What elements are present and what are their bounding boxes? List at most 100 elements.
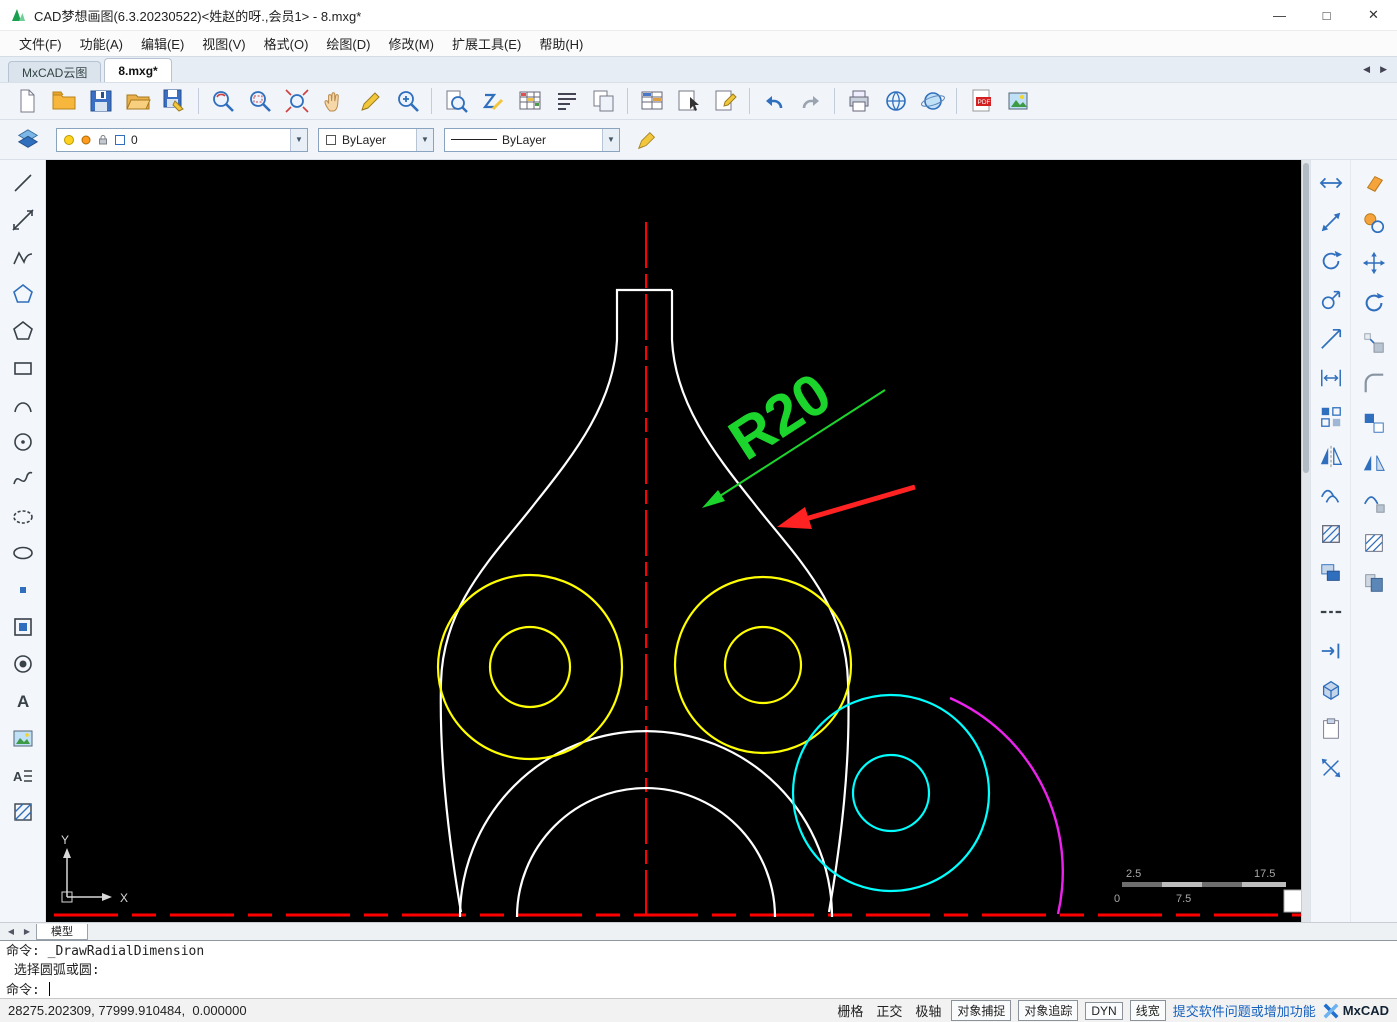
attribute-table-button[interactable] [633, 85, 670, 118]
revision-cloud-tool-button[interactable] [5, 499, 41, 533]
rotate-tool-button[interactable] [1313, 244, 1349, 278]
osnap-toggle[interactable]: 对象捕捉 [951, 1000, 1012, 1021]
explode-tool-button[interactable] [1313, 751, 1349, 785]
copy-tool-button[interactable] [1356, 206, 1392, 240]
block-insert-tool-button[interactable] [5, 610, 41, 644]
ellipse-tool-button[interactable] [5, 536, 41, 570]
pdf-export-button[interactable]: PDF [962, 85, 999, 118]
grid-toggle[interactable]: 栅格 [834, 1001, 866, 1020]
close-button[interactable]: ✕ [1350, 0, 1397, 30]
mirror-copy-tool-button[interactable] [1356, 446, 1392, 480]
arc-tool-button[interactable] [5, 388, 41, 422]
linetype-scale-tool-button[interactable] [1313, 595, 1349, 629]
menu-view[interactable]: 视图(V) [193, 31, 254, 56]
color-dropdown-arrow-icon[interactable]: ▼ [416, 128, 433, 151]
move-tool-button[interactable] [1356, 246, 1392, 280]
new-button[interactable] [8, 85, 45, 118]
table-button[interactable] [511, 85, 548, 118]
radial-dimension[interactable]: R20 [702, 360, 886, 508]
print-button[interactable] [840, 85, 877, 118]
save-as-button[interactable] [156, 85, 193, 118]
scale-copy-tool-button[interactable] [1356, 326, 1392, 360]
mtext-tool-button[interactable]: A [5, 758, 41, 792]
linetype-edit-button[interactable] [630, 123, 666, 157]
hatch-edit-tool-button[interactable] [1313, 517, 1349, 551]
copy-button[interactable] [585, 85, 622, 118]
layout-scroll-left-icon[interactable]: ◀ [4, 925, 18, 939]
color-select[interactable]: ByLayer ▼ [318, 127, 434, 152]
layout-scroll-right-icon[interactable]: ▶ [20, 925, 34, 939]
stretch-tool-button[interactable] [1313, 205, 1349, 239]
menu-express-tools[interactable]: 扩展工具(E) [443, 31, 530, 56]
redo-button[interactable] [792, 85, 829, 118]
zoom-in-button[interactable] [389, 85, 426, 118]
zoom-previous-button[interactable] [204, 85, 241, 118]
open-button[interactable] [45, 85, 82, 118]
scrollbar-thumb[interactable] [1303, 163, 1309, 473]
image-tool-button[interactable] [5, 721, 41, 755]
align-tool-button[interactable] [1313, 322, 1349, 356]
feedback-link[interactable]: 提交软件问题或增加功能 [1173, 1001, 1316, 1020]
yellow-circle-left-outer[interactable] [436, 573, 624, 761]
tab-drawing-8mxg[interactable]: 8.mxg* [104, 58, 172, 82]
undo-button[interactable] [755, 85, 792, 118]
layer-dropdown-arrow-icon[interactable]: ▼ [290, 128, 307, 151]
offset-tool-button[interactable] [1313, 478, 1349, 512]
construction-line-tool-button[interactable] [5, 203, 41, 237]
red-annotation-arrow[interactable] [777, 484, 916, 529]
dimension-tool-button[interactable] [1313, 361, 1349, 395]
yellow-circle-left-inner[interactable] [488, 625, 572, 709]
text-style-button[interactable] [548, 85, 585, 118]
layer-select[interactable]: 0 ▼ [56, 127, 308, 152]
linetype-dropdown-arrow-icon[interactable]: ▼ [602, 128, 619, 151]
lengthen-tool-button[interactable] [1313, 166, 1349, 200]
cyan-circle-inner[interactable] [851, 753, 931, 833]
model-tab[interactable]: 模型 [36, 923, 88, 940]
erase-tool-button[interactable] [1356, 166, 1392, 200]
command-input-line[interactable]: 命令: [6, 982, 1391, 999]
hatch-copy-tool-button[interactable] [1356, 526, 1392, 560]
rotate-copy-tool-button[interactable] [1356, 286, 1392, 320]
point-tool-button[interactable] [5, 573, 41, 607]
fillet-tool-button[interactable] [1356, 366, 1392, 400]
pan-button[interactable] [315, 85, 352, 118]
cyan-circle-outer[interactable] [791, 693, 991, 893]
box-3d-tool-button[interactable] [1313, 673, 1349, 707]
menu-function[interactable]: 功能(A) [71, 31, 132, 56]
paste-tool-button[interactable] [1313, 712, 1349, 746]
save-button[interactable] [82, 85, 119, 118]
lineweight-toggle[interactable]: 线宽 [1129, 1000, 1166, 1021]
array-tool-button[interactable] [1313, 400, 1349, 434]
menu-modify[interactable]: 修改(M) [379, 31, 443, 56]
break-tool-button[interactable] [1313, 634, 1349, 668]
array-copy-tool-button[interactable] [1356, 406, 1392, 440]
otrack-toggle[interactable]: 对象追踪 [1018, 1000, 1079, 1021]
mirror-tool-button[interactable] [1313, 439, 1349, 473]
yellow-circle-right-outer[interactable] [673, 575, 853, 755]
dimension-text[interactable]: R20 [718, 360, 843, 472]
cad-drawing[interactable]: R20 2.5 17.5 0 7.5 Y X [46, 160, 1310, 922]
menu-format[interactable]: 格式(O) [255, 31, 318, 56]
find-button[interactable] [437, 85, 474, 118]
pentagon-tool-button[interactable] [5, 314, 41, 348]
image-export-button[interactable] [999, 85, 1036, 118]
polyline-tool-button[interactable] [5, 240, 41, 274]
layer-tools-button[interactable] [1313, 556, 1349, 590]
menu-file[interactable]: 文件(F) [10, 31, 71, 56]
minimize-button[interactable]: — [1256, 0, 1303, 30]
polygon-tool-button[interactable] [5, 277, 41, 311]
ortho-toggle[interactable]: 正交 [873, 1001, 905, 1020]
menu-help[interactable]: 帮助(H) [530, 31, 592, 56]
text-tool-button[interactable]: A [5, 684, 41, 718]
canvas-vertical-scrollbar[interactable] [1301, 160, 1310, 922]
spline-tool-button[interactable] [5, 462, 41, 496]
zoom-window-button[interactable] [241, 85, 278, 118]
drawing-canvas[interactable]: R20 2.5 17.5 0 7.5 Y X [46, 160, 1310, 922]
select-sheet-button[interactable] [670, 85, 707, 118]
menu-draw[interactable]: 绘图(D) [317, 31, 379, 56]
internet-button[interactable] [914, 85, 951, 118]
line-tool-button[interactable] [5, 166, 41, 200]
yellow-circle-right-inner[interactable] [723, 625, 803, 705]
redraw-button[interactable] [474, 85, 511, 118]
circle-tool-button[interactable] [5, 425, 41, 459]
